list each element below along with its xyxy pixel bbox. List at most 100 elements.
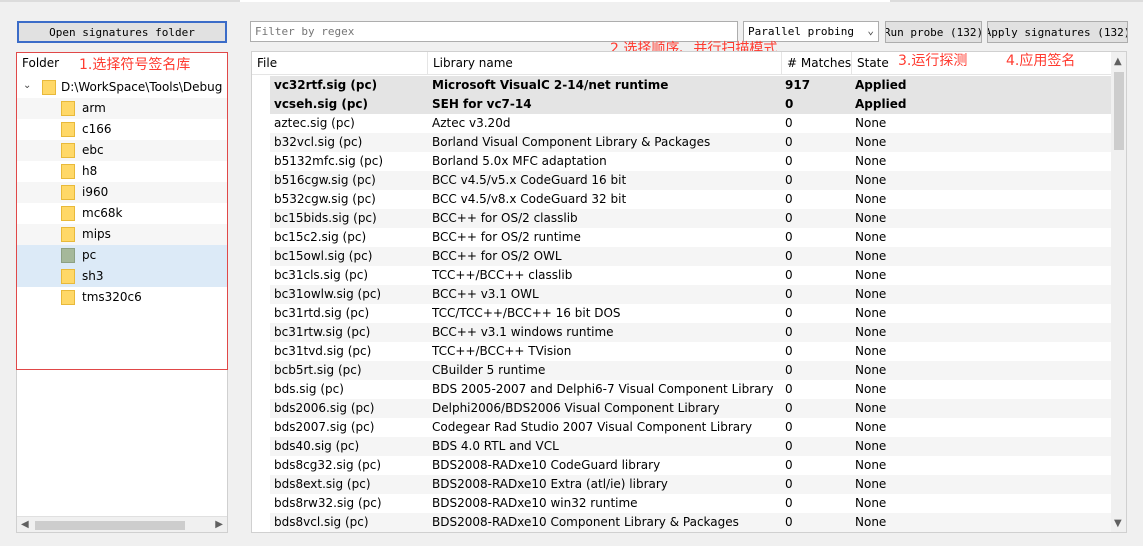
cell-matches: 0 <box>785 363 793 377</box>
cell-library-name: BCC v4.5/v5.x CodeGuard 16 bit <box>432 173 627 187</box>
cell-state: None <box>855 458 887 472</box>
table-row[interactable]: bds2007.sig (pc) Codegear Rad Studio 2007… <box>252 418 1112 437</box>
tree-item-4[interactable]: i960 <box>17 182 227 203</box>
tree-item-1[interactable]: c166 <box>17 119 227 140</box>
cell-library-name: Codegear Rad Studio 2007 Visual Componen… <box>432 420 753 434</box>
tree-item-3[interactable]: h8 <box>17 161 227 182</box>
folder-icon <box>61 164 75 179</box>
cell-library-name: BDS 4.0 RTL and VCL <box>432 439 559 453</box>
folder-icon <box>61 143 75 158</box>
table-row[interactable]: bds8ext.sig (pc) BDS2008-RADxe10 Extra (a… <box>252 475 1112 494</box>
folder-icon <box>61 185 75 200</box>
table-row[interactable]: bc15owl.sig (pc) BCC++ for OS/2 OWL 0 None <box>252 247 1112 266</box>
cell-library-name: Borland 5.0x MFC adaptation <box>432 154 607 168</box>
cell-file: bds2007.sig (pc) <box>274 420 375 434</box>
table-row[interactable]: bds40.sig (pc) BDS 4.0 RTL and VCL 0 None <box>252 437 1112 456</box>
tree-item-8[interactable]: sh3 <box>17 266 227 287</box>
horizontal-scrollbar[interactable]: ◀ ▶ <box>17 516 227 532</box>
tree-item-2[interactable]: ebc <box>17 140 227 161</box>
column-file[interactable]: File <box>252 52 428 75</box>
scroll-thumb[interactable] <box>35 521 185 530</box>
cell-library-name: BDS 2005-2007 and Delphi6-7 Visual Compo… <box>432 382 774 396</box>
table-row[interactable]: b32vcl.sig (pc) Borland Visual Component … <box>252 133 1112 152</box>
scroll-thumb[interactable] <box>1114 72 1124 150</box>
row-gutter <box>252 285 270 304</box>
scroll-left-icon[interactable]: ◀ <box>21 519 29 530</box>
apply-signatures-button[interactable]: Apply signatures (132) <box>987 21 1128 43</box>
row-gutter <box>252 133 270 152</box>
cell-state: None <box>855 230 887 244</box>
column-library-name[interactable]: Library name <box>428 52 782 75</box>
open-signatures-folder-button[interactable]: Open signatures folder <box>17 21 227 43</box>
column-matches[interactable]: # Matches <box>782 52 852 75</box>
cell-matches: 0 <box>785 268 793 282</box>
cell-state: None <box>855 477 887 491</box>
cell-file: b516cgw.sig (pc) <box>274 173 376 187</box>
table-row[interactable]: bds2006.sig (pc) Delphi2006/BDS2006 Visua… <box>252 399 1112 418</box>
row-gutter <box>252 342 270 361</box>
tree-item-label: c166 <box>82 122 112 136</box>
cell-matches: 0 <box>785 477 793 491</box>
tree-root-folder[interactable]: ⌄ D:\WorkSpace\Tools\Debug <box>17 77 227 98</box>
cell-state: None <box>855 192 887 206</box>
cell-library-name: Delphi2006/BDS2006 Visual Component Libr… <box>432 401 720 415</box>
table-row[interactable]: bc31rtw.sig (pc) BCC++ v3.1 windows runti… <box>252 323 1112 342</box>
cell-file: bc15owl.sig (pc) <box>274 249 373 263</box>
tree-item-9[interactable]: tms320c6 <box>17 287 227 308</box>
tree-item-6[interactable]: mips <box>17 224 227 245</box>
cell-matches: 0 <box>785 287 793 301</box>
folder-header-label: Folder <box>22 56 60 70</box>
table-row[interactable]: bcb5rt.sig (pc) CBuilder 5 runtime 0 None <box>252 361 1112 380</box>
cell-library-name: TCC++/BCC++ classlib <box>432 268 573 282</box>
table-row[interactable]: bds.sig (pc) BDS 2005-2007 and Delphi6-7 … <box>252 380 1112 399</box>
table-row[interactable]: bc15c2.sig (pc) BCC++ for OS/2 runtime 0 No… <box>252 228 1112 247</box>
cell-matches: 0 <box>785 325 793 339</box>
tree-item-0[interactable]: arm <box>17 98 227 119</box>
row-gutter <box>252 76 270 95</box>
tree-item-5[interactable]: mc68k <box>17 203 227 224</box>
table-row[interactable]: b532cgw.sig (pc) BCC v4.5/v8.x CodeGuard … <box>252 190 1112 209</box>
cell-state: None <box>855 401 887 415</box>
cell-file: bc31cls.sig (pc) <box>274 268 369 282</box>
table-row[interactable]: bc31rtd.sig (pc) TCC/TCC++/BCC++ 16 bit D… <box>252 304 1112 323</box>
tree-item-7[interactable]: pc <box>17 245 227 266</box>
table-row[interactable]: aztec.sig (pc) Aztec v3.20d 0 None <box>252 114 1112 133</box>
cell-library-name: BCC++ for OS/2 classlib <box>432 211 578 225</box>
table-row[interactable]: bc31owlw.sig (pc) BCC++ v3.1 OWL 0 None <box>252 285 1112 304</box>
row-gutter <box>252 361 270 380</box>
table-row[interactable]: bc31cls.sig (pc) TCC++/BCC++ classlib 0 Non… <box>252 266 1112 285</box>
table-row[interactable]: bc15bids.sig (pc) BCC++ for OS/2 classlib… <box>252 209 1112 228</box>
table-row[interactable]: bc31tvd.sig (pc) TCC++/BCC++ TVision 0 None <box>252 342 1112 361</box>
table-row[interactable]: b516cgw.sig (pc) BCC v4.5/v5.x CodeGuard … <box>252 171 1112 190</box>
table-row[interactable]: bds8rw32.sig (pc) BDS2008-RADxe10 win32 r… <box>252 494 1112 513</box>
cell-state: None <box>855 249 887 263</box>
cell-matches: 0 <box>785 173 793 187</box>
tree-item-label: mc68k <box>82 206 123 220</box>
table-row[interactable]: b5132mfc.sig (pc) Borland 5.0x MFC adapta… <box>252 152 1112 171</box>
table-row[interactable]: vc32rtf.sig (pc) Microsoft VisualC 2-14/n… <box>252 76 1112 95</box>
chevron-down-icon[interactable]: ⌄ <box>23 81 33 91</box>
row-gutter <box>252 114 270 133</box>
cell-state: None <box>855 135 887 149</box>
scroll-right-icon[interactable]: ▶ <box>215 519 223 530</box>
row-gutter <box>252 152 270 171</box>
cell-library-name: BCC++ for OS/2 OWL <box>432 249 562 263</box>
table-row[interactable]: vcseh.sig (pc) SEH for vc7-14 0 Applied <box>252 95 1112 114</box>
table-row[interactable]: bds8cg32.sig (pc) BDS2008-RADxe10 CodeGua… <box>252 456 1112 475</box>
run-probe-button[interactable]: Run probe (132) <box>885 21 982 43</box>
cell-matches: 0 <box>785 192 793 206</box>
tree-item-label: pc <box>82 248 97 262</box>
scroll-up-icon[interactable]: ▲ <box>1114 56 1122 67</box>
vertical-scrollbar[interactable]: ▲ ▼ <box>1111 52 1126 532</box>
cell-library-name: BCC v4.5/v8.x CodeGuard 32 bit <box>432 192 627 206</box>
cell-matches: 0 <box>785 401 793 415</box>
scroll-down-icon[interactable]: ▼ <box>1114 518 1122 529</box>
cell-file: bcb5rt.sig (pc) <box>274 363 362 377</box>
folder-icon <box>61 248 75 263</box>
folder-icon <box>61 122 75 137</box>
table-row[interactable]: bds8vcl.sig (pc) BDS2008-RADxe10 Componen… <box>252 513 1112 532</box>
cell-state: None <box>855 382 887 396</box>
cell-file: bc31owlw.sig (pc) <box>274 287 382 301</box>
tree-item-label: arm <box>82 101 106 115</box>
folder-icon <box>61 206 75 221</box>
